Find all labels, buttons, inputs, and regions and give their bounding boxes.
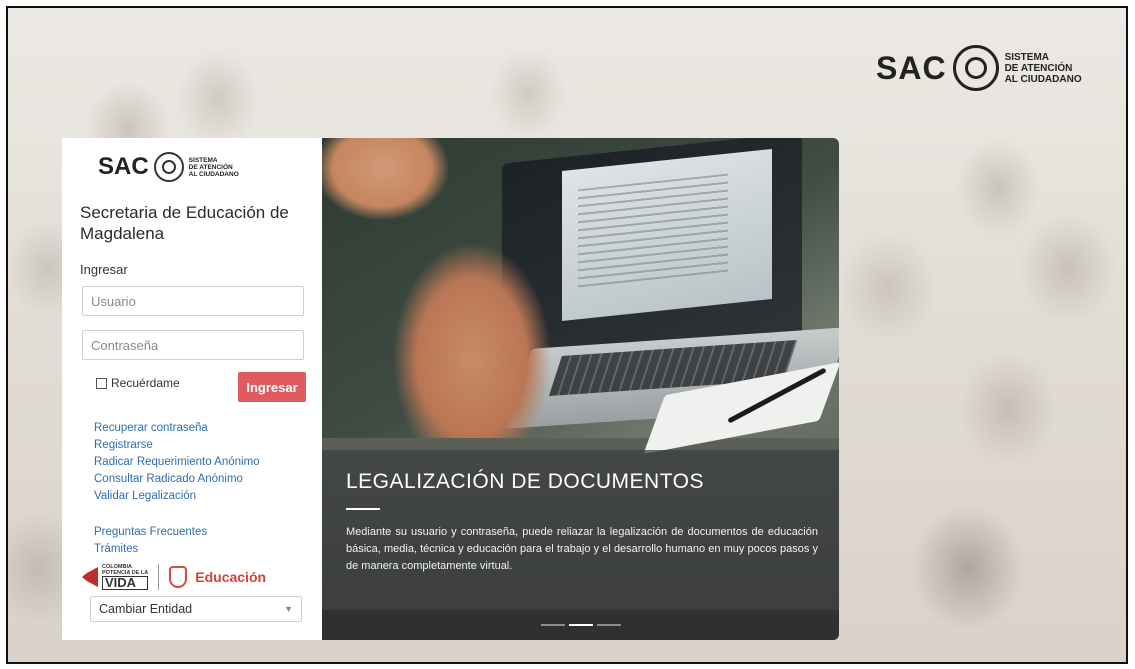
page-background: SAC SISTEMA DE ATENCIÓN AL CIUDADANO SAC…: [6, 6, 1128, 664]
entity-select[interactable]: Cambiar Entidad ▼: [90, 596, 302, 622]
tagline-line-3: AL CIUDADANO: [1004, 73, 1082, 85]
login-section-label: Ingresar: [80, 262, 128, 277]
sac-tagline: SISTEMA DE ATENCIÓN AL CIUDADANO: [1005, 52, 1082, 85]
hand-logo-icon: [153, 152, 184, 182]
partner-logos: COLOMBIA POTENCIA DE LA VIDA Educación: [82, 562, 304, 592]
link-anonymous-lookup[interactable]: Consultar Radicado Anónimo: [94, 471, 260, 488]
vida-logo-text: VIDA: [102, 576, 149, 590]
link-validate-legalization[interactable]: Validar Legalización: [94, 488, 260, 505]
login-panel: SAC SISTEMA DE ATENCIÓN AL CIUDADANO Sec…: [62, 138, 322, 640]
logo-divider: [158, 564, 160, 590]
link-anonymous-request[interactable]: Radicar Requerimiento Anónimo: [94, 454, 260, 471]
carousel-indicator-1[interactable]: [540, 624, 565, 626]
sac-logo-top: SAC SISTEMA DE ATENCIÓN AL CIUDADANO: [876, 38, 1082, 98]
carousel-indicator-2[interactable]: [568, 624, 593, 626]
account-links: Recuperar contraseña Registrarse Radicar…: [94, 420, 260, 505]
tagline-line-3: AL CIUDADANO: [188, 170, 239, 178]
link-faq[interactable]: Preguntas Frecuentes: [94, 524, 207, 541]
education-shield-icon: [169, 566, 188, 588]
promo-carousel[interactable]: LEGALIZACIÓN DE DOCUMENTOS Mediante su u…: [322, 138, 839, 640]
entity-select-value: Cambiar Entidad: [99, 602, 193, 616]
login-button[interactable]: Ingresar: [238, 372, 306, 402]
carousel-indicator-3[interactable]: [596, 624, 621, 626]
caption-divider: [346, 508, 380, 510]
remember-me-label: Recuérdame: [111, 376, 180, 390]
password-input[interactable]: [82, 330, 304, 360]
sac-tagline-small: SISTEMA DE ATENCIÓN AL CIUDADANO: [189, 157, 239, 178]
tagline-line-1: SISTEMA: [1004, 51, 1050, 63]
tagline-line-2: DE ATENCIÓN: [188, 163, 233, 171]
link-procedures[interactable]: Trámites: [94, 541, 207, 558]
carousel-description: Mediante su usuario y contraseña, puede …: [346, 526, 818, 572]
carousel-title: LEGALIZACIÓN DE DOCUMENTOS: [346, 470, 705, 493]
organization-title: Secretaria de Educación de Magdalena: [80, 203, 289, 243]
sac-logo-panel: SAC SISTEMA DE ATENCIÓN AL CIUDADANO: [98, 152, 239, 182]
sac-wordmark: SAC: [876, 49, 947, 86]
carousel-caption: LEGALIZACIÓN DE DOCUMENTOS Mediante su u…: [322, 450, 839, 610]
checkbox-icon[interactable]: [96, 377, 107, 389]
sac-wordmark-small: SAC: [98, 153, 149, 180]
help-links: Preguntas Frecuentes Trámites: [94, 524, 207, 558]
carousel-image-person: [322, 138, 612, 438]
colombia-vida-logo: COLOMBIA POTENCIA DE LA VIDA: [82, 564, 149, 590]
link-recover-password[interactable]: Recuperar contraseña: [94, 420, 260, 437]
chevron-down-icon: ▼: [284, 604, 293, 614]
link-register[interactable]: Registrarse: [94, 437, 260, 454]
remember-me-checkbox[interactable]: Recuérdame: [96, 376, 180, 390]
username-input[interactable]: [82, 286, 304, 316]
tagline-line-2: DE ATENCIÓN: [1004, 62, 1073, 74]
carousel-indicators: [322, 610, 839, 640]
education-logo-text: Educación: [195, 569, 267, 585]
colombia-flag-icon: [82, 567, 98, 587]
tagline-line-1: SISTEMA: [188, 156, 218, 164]
hand-logo-icon: [952, 45, 999, 91]
